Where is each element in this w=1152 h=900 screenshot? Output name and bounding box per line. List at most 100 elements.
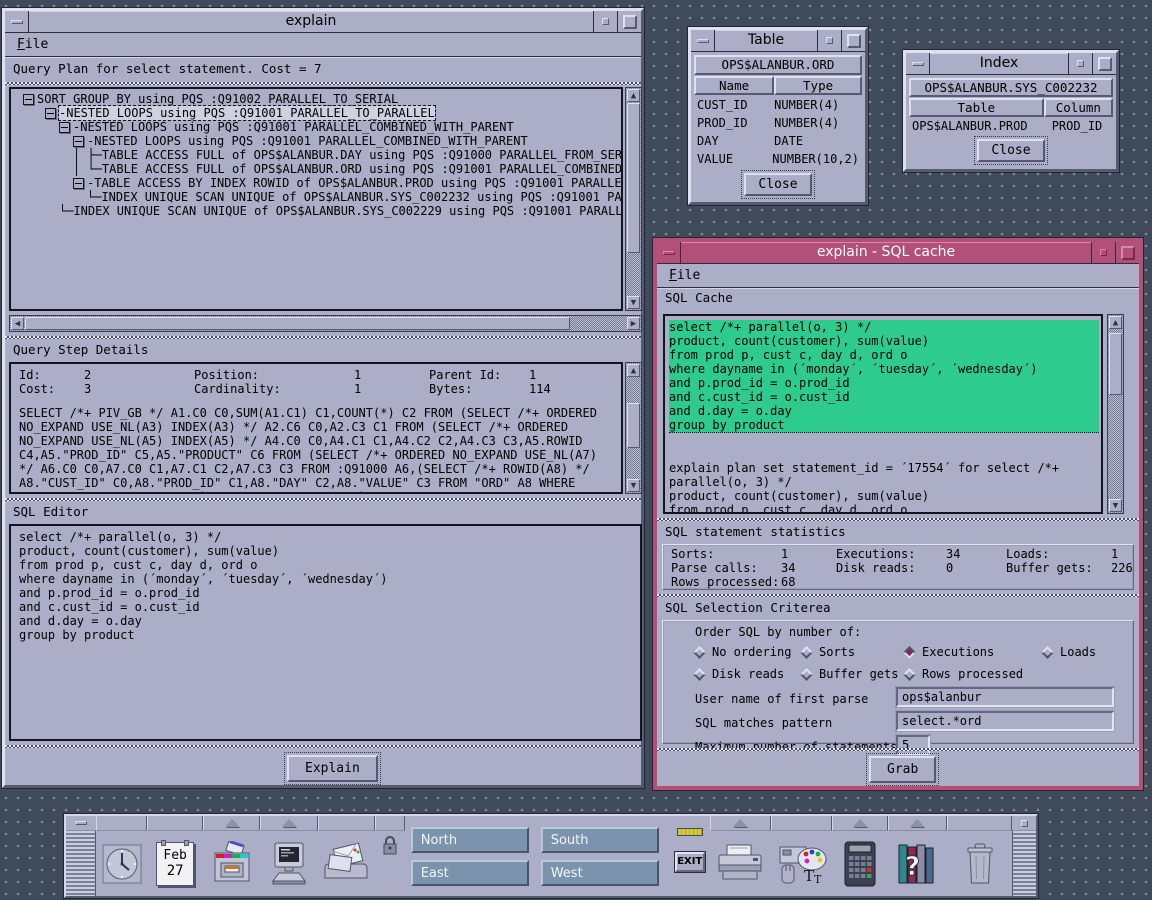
sql-cache-titlebar[interactable]: explain - SQL cache — [657, 242, 1139, 264]
scroll-left-arrow[interactable]: ◀ — [11, 317, 24, 330]
scroll-thumb[interactable] — [25, 317, 570, 330]
column-header-column[interactable]: Column — [1044, 98, 1113, 117]
query-plan-tree[interactable]: SORT GROUP BY using PQS :Q91002 PARALLEL… — [9, 87, 623, 311]
minimize-button[interactable] — [817, 30, 841, 51]
terminal-launcher[interactable] — [260, 831, 317, 896]
table-row[interactable]: VALUENUMBER(10,2) — [697, 152, 859, 170]
minimize-button[interactable] — [593, 11, 617, 32]
tree-node[interactable]: SORT GROUP BY using PQS :Q91002 PARALLEL… — [23, 92, 621, 106]
window-menu-button[interactable] — [657, 242, 681, 263]
maximize-button[interactable] — [841, 30, 865, 51]
explain-button[interactable]: Explain — [287, 755, 378, 782]
panel-grip[interactable] — [1012, 831, 1036, 896]
lock-launcher[interactable] — [375, 831, 405, 896]
radio-disk-reads[interactable]: Disk reads — [695, 667, 802, 681]
tree-node-selected[interactable]: -NESTED LOOPS using PQS :Q91001 PARALLEL… — [45, 106, 621, 120]
collapse-icon[interactable] — [59, 122, 70, 133]
grab-button[interactable]: Grab — [869, 756, 936, 783]
maximize-button[interactable] — [1092, 53, 1116, 74]
panel-grip[interactable] — [66, 831, 96, 896]
scroll-down-arrow[interactable]: ▼ — [627, 296, 640, 309]
subpanel-arrow-icon[interactable] — [225, 819, 239, 827]
sql-editor-area[interactable]: select /*+ parallel(o, 3) */ product, co… — [9, 524, 642, 741]
clock-launcher[interactable] — [96, 831, 147, 896]
column-header-type[interactable]: Type — [774, 76, 862, 95]
scroll-thumb[interactable] — [1109, 333, 1122, 395]
scroll-thumb[interactable] — [627, 403, 640, 448]
trash-launcher[interactable] — [947, 831, 1012, 896]
tree-node[interactable]: └─INDEX UNIQUE SCAN UNIQUE of OPS$ALANBU… — [87, 190, 621, 204]
step-sql-text[interactable]: SELECT /*+ PIV_GB */ A1.C0 C0,SUM(A1.C1)… — [19, 406, 621, 494]
mail-launcher[interactable] — [318, 831, 375, 896]
radio-loads[interactable]: Loads — [1043, 645, 1096, 659]
user-name-field[interactable]: ops$alanbur — [896, 687, 1114, 707]
file-menu[interactable]: File — [665, 267, 704, 284]
maximize-button[interactable] — [617, 11, 641, 32]
calculator-launcher[interactable] — [832, 831, 887, 896]
column-header-name[interactable]: Name — [694, 76, 774, 95]
explain-titlebar[interactable]: explain — [5, 11, 641, 33]
window-menu-button[interactable] — [906, 53, 930, 74]
sql-cache-list[interactable]: select /*+ parallel(o, 3) */ product, co… — [663, 314, 1103, 514]
tree-node[interactable]: -NESTED LOOPS using PQS :Q91001 PARALLEL… — [59, 120, 621, 134]
cache-vertical-scrollbar[interactable]: ▲ ▼ — [1107, 314, 1124, 514]
scroll-down-arrow[interactable]: ▼ — [1109, 499, 1122, 512]
window-menu-button[interactable] — [691, 30, 715, 51]
close-button[interactable]: Close — [977, 139, 1044, 162]
printer-launcher[interactable] — [710, 831, 771, 896]
index-titlebar[interactable]: Index — [906, 53, 1116, 75]
panel-right-handle[interactable] — [1012, 816, 1036, 896]
tree-node[interactable]: │ └─TABLE ACCESS FULL of OPS$ALANBUR.ORD… — [73, 162, 621, 176]
subpanel-arrow-icon[interactable] — [282, 819, 296, 827]
collapse-icon[interactable] — [23, 94, 34, 105]
scroll-thumb[interactable] — [627, 103, 640, 253]
scroll-up-arrow[interactable]: ▲ — [627, 364, 640, 377]
column-header-table[interactable]: Table — [909, 98, 1044, 117]
scroll-up-arrow[interactable]: ▲ — [1109, 316, 1122, 329]
panel-left-handle[interactable] — [66, 816, 96, 896]
file-menu[interactable]: File — [13, 36, 52, 53]
window-menu-button[interactable] — [5, 11, 29, 32]
exit-button[interactable]: EXIT — [675, 852, 705, 872]
sql-editor-text[interactable]: select /*+ parallel(o, 3) */ product, co… — [19, 530, 640, 642]
index-row[interactable]: OPS$ALANBUR.PROD PROD_ID — [906, 117, 1116, 135]
collapse-icon[interactable] — [45, 108, 56, 119]
minimize-button[interactable] — [1068, 53, 1092, 74]
table-row[interactable]: PROD_IDNUMBER(4) — [697, 116, 859, 134]
close-button[interactable]: Close — [744, 173, 811, 196]
workspace-north-button[interactable]: North — [411, 827, 529, 853]
minimize-button[interactable] — [1091, 242, 1115, 263]
radio-sorts[interactable]: Sorts — [802, 645, 905, 659]
calendar-launcher[interactable]: Feb 27 — [147, 831, 202, 896]
query-step-details-area[interactable]: Id: 2 Position: 1 Parent Id: 1 Cost: 3 C… — [9, 362, 623, 494]
tree-node[interactable]: │ ├─TABLE ACCESS FULL of OPS$ALANBUR.DAY… — [73, 148, 621, 162]
tree-node[interactable]: -NESTED LOOPS using PQS :Q91001 PARALLEL… — [73, 134, 621, 148]
file-manager-launcher[interactable] — [203, 831, 260, 896]
collapse-icon[interactable] — [73, 136, 84, 147]
scroll-down-arrow[interactable]: ▼ — [627, 479, 640, 492]
table-titlebar[interactable]: Table — [691, 30, 865, 52]
table-row[interactable]: CUST_IDNUMBER(4) — [697, 98, 859, 116]
collapse-icon[interactable] — [73, 178, 84, 189]
maximize-button[interactable] — [1115, 242, 1139, 263]
pattern-field[interactable]: select.*ord — [896, 711, 1114, 731]
workspace-east-button[interactable]: East — [411, 860, 529, 886]
workspace-west-button[interactable]: West — [541, 860, 659, 886]
radio-executions[interactable]: Executions — [905, 645, 1043, 659]
help-launcher[interactable]: ? — [888, 831, 947, 896]
tree-node[interactable]: -TABLE ACCESS BY INDEX ROWID of OPS$ALAN… — [73, 176, 621, 190]
workspace-south-button[interactable]: South — [541, 827, 659, 853]
radio-rows-processed[interactable]: Rows processed — [905, 667, 1023, 681]
radio-buffer-gets[interactable]: Buffer gets — [802, 667, 905, 681]
scroll-right-arrow[interactable]: ▶ — [627, 317, 640, 330]
tree-vertical-scrollbar[interactable]: ▲ ▼ — [625, 87, 642, 311]
tree-horizontal-scrollbar[interactable]: ◀ ▶ — [9, 315, 642, 332]
cache-other-sql[interactable]: explain plan set statement_id = ´17554´ … — [669, 461, 1101, 514]
subpanel-arrow-icon[interactable] — [733, 819, 747, 827]
cache-selected-sql[interactable]: select /*+ parallel(o, 3) */ product, co… — [669, 320, 1099, 433]
details-vertical-scrollbar[interactable]: ▲ ▼ — [625, 362, 642, 494]
scroll-up-arrow[interactable]: ▲ — [627, 89, 640, 102]
style-manager-launcher[interactable]: T T — [771, 831, 832, 896]
tree-node[interactable]: └─INDEX UNIQUE SCAN UNIQUE of OPS$ALANBU… — [59, 204, 621, 218]
subpanel-arrow-icon[interactable] — [853, 819, 867, 827]
